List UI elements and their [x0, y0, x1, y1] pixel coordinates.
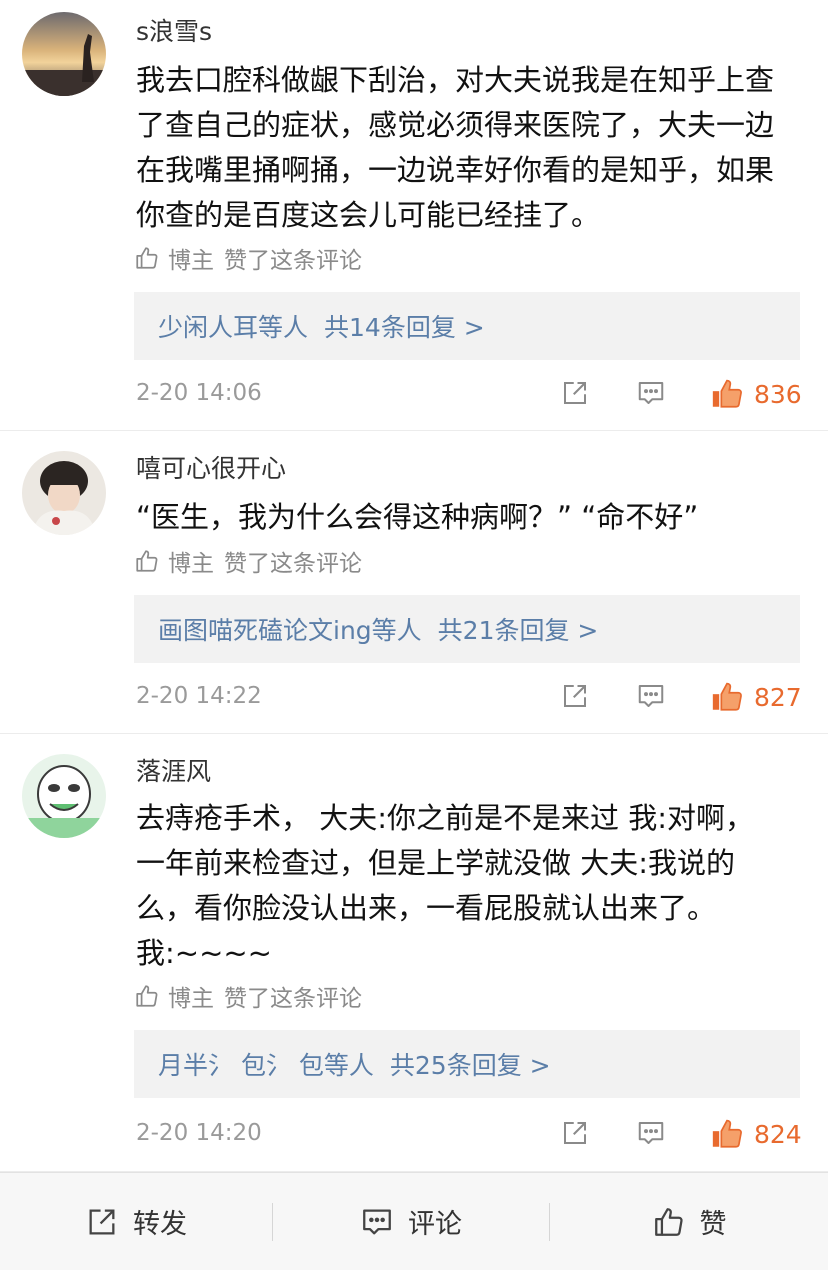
username[interactable]: 嘻可心很开心 — [136, 453, 286, 485]
comment-actions: 2-20 14:20 824 — [136, 1114, 802, 1154]
replies-total-link[interactable]: 共25条回复 > — [390, 1046, 551, 1082]
thumbs-up-outline-icon — [136, 247, 158, 269]
comment-label: 评论 — [408, 1209, 462, 1240]
author-liked-text: 赞了这条评论 — [224, 551, 362, 577]
thumbs-up-outline-icon — [136, 985, 158, 1007]
comment-text: 去痔疮手术， 大夫:你之前是不是来过 我:对啊， 一年前来检查过，但是上学就没做… — [136, 796, 808, 976]
comment-text-line: 我去口腔科做龈下刮治，对大夫说我是在知乎上查 — [136, 63, 775, 97]
comment-bubble-icon[interactable] — [636, 681, 666, 711]
repost-label: 转发 — [133, 1209, 187, 1240]
replies-preview[interactable]: 画图喵死磕论文ing等人 共21条回复 > — [134, 595, 800, 663]
comment-item: 嘻可心很开心 “医生，我为什么会得这种病啊？” “命不好” 博主 赞了这条评论 … — [0, 431, 828, 734]
replies-names: 少闲人耳等人 — [158, 313, 309, 342]
comment-bubble-icon[interactable] — [636, 1118, 666, 1148]
replies-names: 月半氵 包氵 包等人 — [158, 1051, 374, 1080]
thumbs-up-outline-icon — [136, 550, 158, 572]
comment-item: 落涯风 去痔疮手术， 大夫:你之前是不是来过 我:对啊， 一年前来检查过，但是上… — [0, 734, 828, 1172]
comment-text: 我去口腔科做龈下刮治，对大夫说我是在知乎上查 了查自己的症状，感觉必须得来医院了… — [136, 58, 808, 238]
thumbs-up-outline-icon — [654, 1207, 683, 1236]
avatar[interactable] — [22, 754, 106, 838]
like-button[interactable]: 赞 — [550, 1173, 828, 1270]
comment-item: s浪雪s 我去口腔科做龈下刮治，对大夫说我是在知乎上查 了查自己的症状，感觉必须… — [0, 0, 828, 431]
like-button[interactable]: 827 — [710, 677, 802, 717]
author-liked-text: 赞了这条评论 — [224, 248, 362, 274]
comment-bubble-icon — [363, 1209, 391, 1234]
replies-preview[interactable]: 少闲人耳等人 共14条回复 > — [134, 292, 800, 360]
author-label: 博主 — [168, 248, 214, 274]
comment-text-line: 一年前来检查过，但是上学就没做 大夫:我说的 — [136, 846, 735, 880]
replies-total-link[interactable]: 共21条回复 > — [438, 611, 599, 647]
comment-bubble-icon[interactable] — [636, 378, 666, 408]
like-count: 824 — [754, 1119, 802, 1149]
author-label: 博主 — [168, 551, 214, 577]
share-icon[interactable] — [560, 1118, 590, 1148]
comment-actions: 2-20 14:06 836 — [136, 374, 802, 414]
author-liked-note: 博主 赞了这条评论 — [134, 980, 362, 1012]
author-liked-text: 赞了这条评论 — [224, 986, 362, 1012]
thumbs-up-filled-icon — [712, 682, 742, 711]
like-count: 827 — [754, 682, 802, 712]
thumbs-up-filled-icon — [712, 1119, 742, 1148]
comment-text-line: 你查的是百度这会儿可能已经挂了。 — [136, 198, 601, 232]
username[interactable]: 落涯风 — [136, 756, 211, 788]
like-label: 赞 — [699, 1209, 727, 1240]
comment-text-line: 了查自己的症状，感觉必须得来医院了，大夫一边 — [136, 108, 775, 142]
comment-actions: 2-20 14:22 827 — [136, 677, 802, 717]
username[interactable]: s浪雪s — [136, 16, 212, 48]
share-icon[interactable] — [560, 681, 590, 711]
comment-button[interactable]: 评论 — [273, 1173, 549, 1270]
avatar[interactable] — [22, 12, 106, 96]
avatar[interactable] — [22, 451, 106, 535]
author-liked-note: 博主 赞了这条评论 — [134, 242, 362, 274]
like-count: 836 — [754, 379, 802, 409]
replies-total-link[interactable]: 共14条回复 > — [324, 308, 485, 344]
comment-text-line: 么，看你脸没认出来，一看屁股就认出来了。 — [136, 891, 717, 925]
repost-button[interactable]: 转发 — [0, 1173, 272, 1270]
comment-text-line: “医生，我为什么会得这种病啊？” “命不好” — [136, 500, 699, 534]
comment-text-line: 我:~~~~ — [136, 936, 272, 970]
timestamp: 2-20 14:06 — [136, 380, 262, 406]
author-label: 博主 — [168, 986, 214, 1012]
share-icon[interactable] — [560, 378, 590, 408]
timestamp: 2-20 14:22 — [136, 683, 262, 709]
replies-preview[interactable]: 月半氵 包氵 包等人 共25条回复 > — [134, 1030, 800, 1098]
comment-text-line: 去痔疮手术， 大夫:你之前是不是来过 我:对啊， — [136, 801, 754, 835]
bottom-action-bar: 转发 评论 赞 — [0, 1172, 828, 1270]
thumbs-up-filled-icon — [712, 379, 742, 408]
share-icon — [89, 1209, 115, 1234]
author-liked-note: 博主 赞了这条评论 — [134, 545, 362, 577]
like-button[interactable]: 836 — [710, 374, 802, 414]
timestamp: 2-20 14:20 — [136, 1120, 262, 1146]
comment-text: “医生，我为什么会得这种病啊？” “命不好” — [136, 495, 808, 540]
comment-text-line: 在我嘴里捅啊捅，一边说幸好你看的是知乎，如果 — [136, 153, 775, 187]
like-button[interactable]: 824 — [710, 1114, 802, 1154]
replies-names: 画图喵死磕论文ing等人 — [158, 616, 422, 645]
